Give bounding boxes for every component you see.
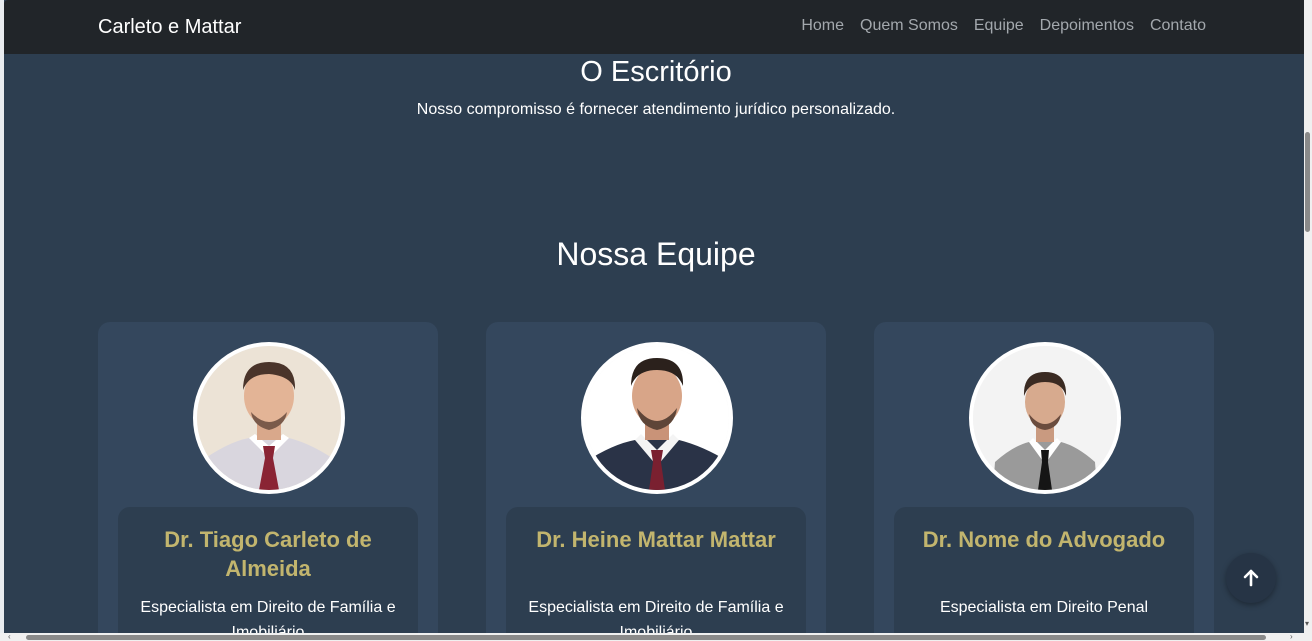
- scroll-down-arrow-icon[interactable]: ▾: [1305, 620, 1311, 628]
- lawyer-name: Dr. Nome do Advogado: [922, 527, 1166, 552]
- team-card-body: Dr. Nome do Advogado Especialista em Dir…: [894, 507, 1194, 641]
- horizontal-scrollbar[interactable]: ‹ ›: [0, 633, 1312, 641]
- nav-links: Home Quem Somos Equipe Depoimentos Conta…: [801, 16, 1206, 36]
- arrow-up-icon: [1243, 569, 1259, 587]
- navbar: Carleto e Mattar Home Quem Somos Equipe …: [4, 0, 1308, 54]
- brand-link[interactable]: Carleto e Mattar: [98, 15, 241, 39]
- lawyer-photo: [969, 342, 1121, 494]
- nav-link-quem-somos[interactable]: Quem Somos: [860, 16, 958, 36]
- office-title: O Escritório: [580, 56, 732, 88]
- team-title: Nossa Equipe: [556, 236, 756, 272]
- vertical-scrollbar-thumb[interactable]: [1305, 132, 1310, 232]
- nav-link-home[interactable]: Home: [801, 16, 844, 36]
- lawyer-photo: [581, 342, 733, 494]
- nav-link-depoimentos[interactable]: Depoimentos: [1040, 16, 1134, 36]
- team-card-body: Dr. Heine Mattar Mattar Especialista em …: [506, 507, 806, 641]
- team-card: Dr. Nome do Advogado Especialista em Dir…: [874, 322, 1214, 641]
- nav-link-equipe[interactable]: Equipe: [974, 16, 1024, 36]
- team-card: Dr. Tiago Carleto de Almeida Especialist…: [98, 322, 438, 641]
- team-card: Dr. Heine Mattar Mattar Especialista em …: [486, 322, 826, 641]
- back-to-top-button[interactable]: [1226, 553, 1276, 603]
- team-card-body: Dr. Tiago Carleto de Almeida Especialist…: [118, 507, 418, 641]
- nav-link-contato[interactable]: Contato: [1150, 16, 1206, 36]
- horizontal-scrollbar-thumb[interactable]: [26, 635, 1266, 640]
- office-text: Nosso compromisso é fornecer atendimento…: [416, 101, 896, 118]
- lawyer-name: Dr. Tiago Carleto de Almeida: [164, 527, 372, 581]
- scroll-right-arrow-icon[interactable]: ›: [1290, 633, 1298, 641]
- lawyer-photo: [193, 342, 345, 494]
- scroll-left-arrow-icon[interactable]: ‹: [8, 633, 16, 641]
- lawyer-specialty: Especialista em Direito Penal: [939, 599, 1149, 616]
- vertical-scrollbar[interactable]: ▾: [1304, 0, 1312, 641]
- lawyer-name: Dr. Heine Mattar Mattar: [536, 527, 776, 552]
- page: Carleto e Mattar Home Quem Somos Equipe …: [4, 0, 1308, 641]
